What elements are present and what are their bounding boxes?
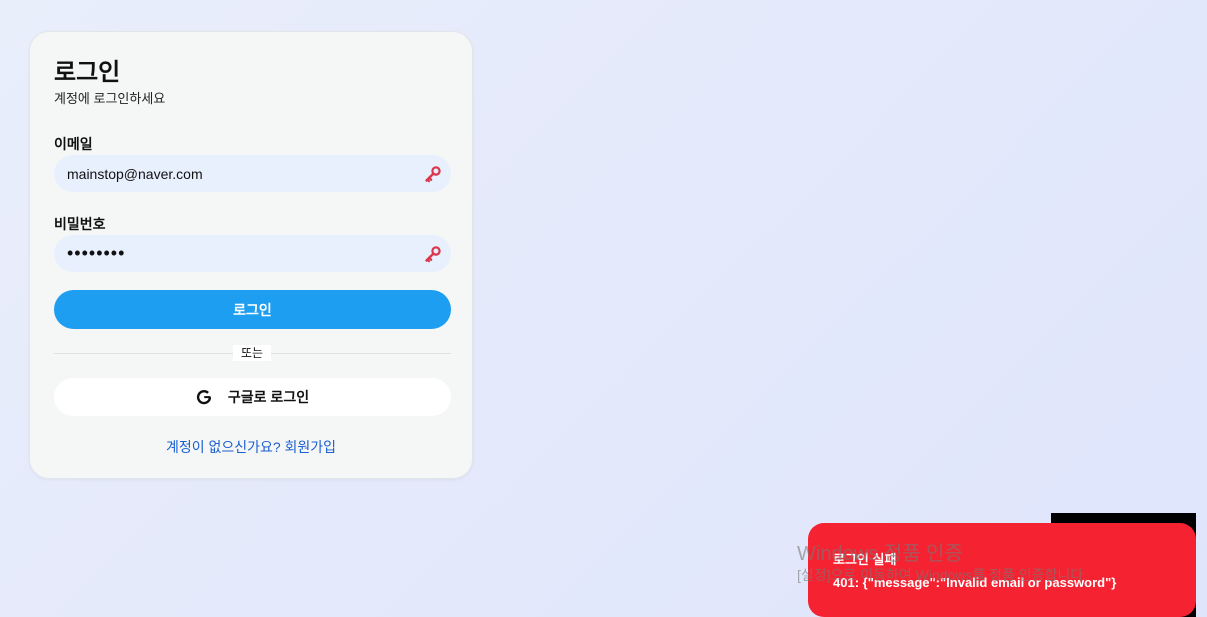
google-icon [196, 390, 212, 405]
login-button[interactable]: 로그인 [54, 290, 451, 329]
password-manager-key-icon[interactable] [424, 245, 442, 263]
password-label: 비밀번호 [54, 216, 106, 232]
page-title: 로그인 [54, 59, 121, 86]
google-login-button[interactable]: 구글로 로그인 [54, 378, 451, 416]
signup-link[interactable]: 계정이 없으신가요? 회원가입 [30, 437, 472, 457]
google-login-label: 구글로 로그인 [227, 389, 310, 405]
activation-watermark-subtitle: [설정]으로 이동하여 Windows를 정품 인증합니다. [797, 567, 1088, 583]
password-manager-key-icon[interactable] [424, 165, 442, 183]
email-label: 이메일 [54, 136, 93, 152]
login-card: 로그인 계정에 로그인하세요 이메일 비밀번호 로그인 또는 구글로 로그인 계… [29, 31, 473, 479]
email-field[interactable] [54, 155, 451, 192]
activation-watermark-title: Windows 정품 인증 [797, 543, 963, 565]
page-subtitle: 계정에 로그인하세요 [54, 91, 166, 106]
password-field[interactable] [54, 235, 451, 272]
divider-label: 또는 [233, 345, 271, 361]
